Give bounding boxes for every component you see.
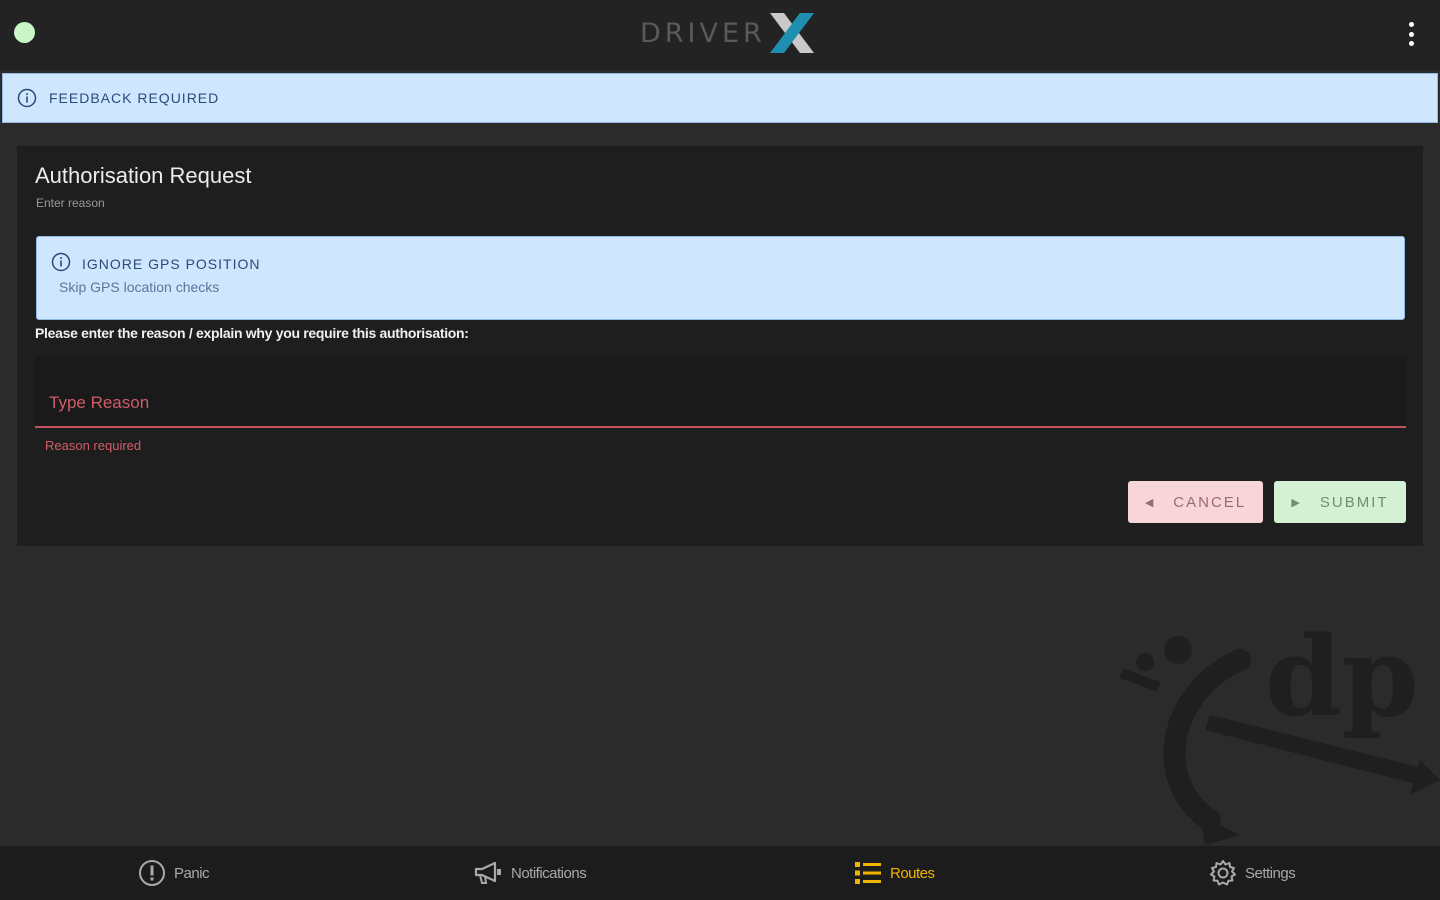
top-app-bar: DRIVER xyxy=(0,0,1440,70)
cancel-button-label: CANCEL xyxy=(1173,493,1247,511)
option-description: Skip GPS location checks xyxy=(59,279,220,295)
reason-input[interactable] xyxy=(35,356,1406,428)
nav-label-routes: Routes xyxy=(890,864,935,882)
card-title: Authorisation Request xyxy=(35,163,252,188)
nav-item-routes[interactable]: Routes xyxy=(854,846,935,900)
nav-item-panic[interactable]: Panic xyxy=(138,846,210,900)
authorisation-card: Authorisation Request Enter reason IGNOR… xyxy=(17,146,1423,546)
card-subtitle: Enter reason xyxy=(36,196,105,210)
authorisation-option: IGNORE GPS POSITION Skip GPS location ch… xyxy=(36,236,1405,320)
overflow-menu-icon[interactable] xyxy=(1406,22,1416,46)
nav-label-notifications: Notifications xyxy=(511,864,587,882)
option-title: IGNORE GPS POSITION xyxy=(82,256,261,272)
nav-item-settings[interactable]: Settings xyxy=(1209,846,1296,900)
list-icon xyxy=(855,862,881,884)
brand-watermark-icon: dp xyxy=(1119,620,1440,845)
bottom-navigation: Panic Notifications Routes Settings xyxy=(0,846,1440,900)
app-logo: DRIVER xyxy=(640,12,814,54)
nav-label-settings: Settings xyxy=(1245,864,1296,882)
megaphone-icon xyxy=(474,861,501,884)
nav-label-panic: Panic xyxy=(174,864,210,882)
option-info-icon xyxy=(51,252,71,272)
cancel-button[interactable]: ◀ CANCEL xyxy=(1128,481,1263,523)
submit-button[interactable]: ▶ SUBMIT xyxy=(1274,481,1406,523)
cancel-arrow-icon: ◀ xyxy=(1144,496,1156,509)
logo-text: DRIVER xyxy=(640,17,766,49)
submit-button-label: SUBMIT xyxy=(1319,493,1389,511)
reason-error-text: Reason required xyxy=(45,438,142,453)
reason-prompt-label: Please enter the reason / explain why yo… xyxy=(35,325,469,341)
nav-item-notifications[interactable]: Notifications xyxy=(473,846,587,900)
submit-arrow-icon: ▶ xyxy=(1291,496,1302,509)
info-icon xyxy=(17,88,37,108)
feedback-banner-text: FEEDBACK REQUIRED xyxy=(49,90,220,106)
feedback-banner: FEEDBACK REQUIRED xyxy=(2,73,1438,123)
panic-icon xyxy=(139,860,165,886)
connection-status-icon xyxy=(14,22,35,43)
logo-x-icon xyxy=(769,13,814,53)
svg-text:dp: dp xyxy=(1265,620,1419,741)
gear-icon xyxy=(1210,860,1236,886)
